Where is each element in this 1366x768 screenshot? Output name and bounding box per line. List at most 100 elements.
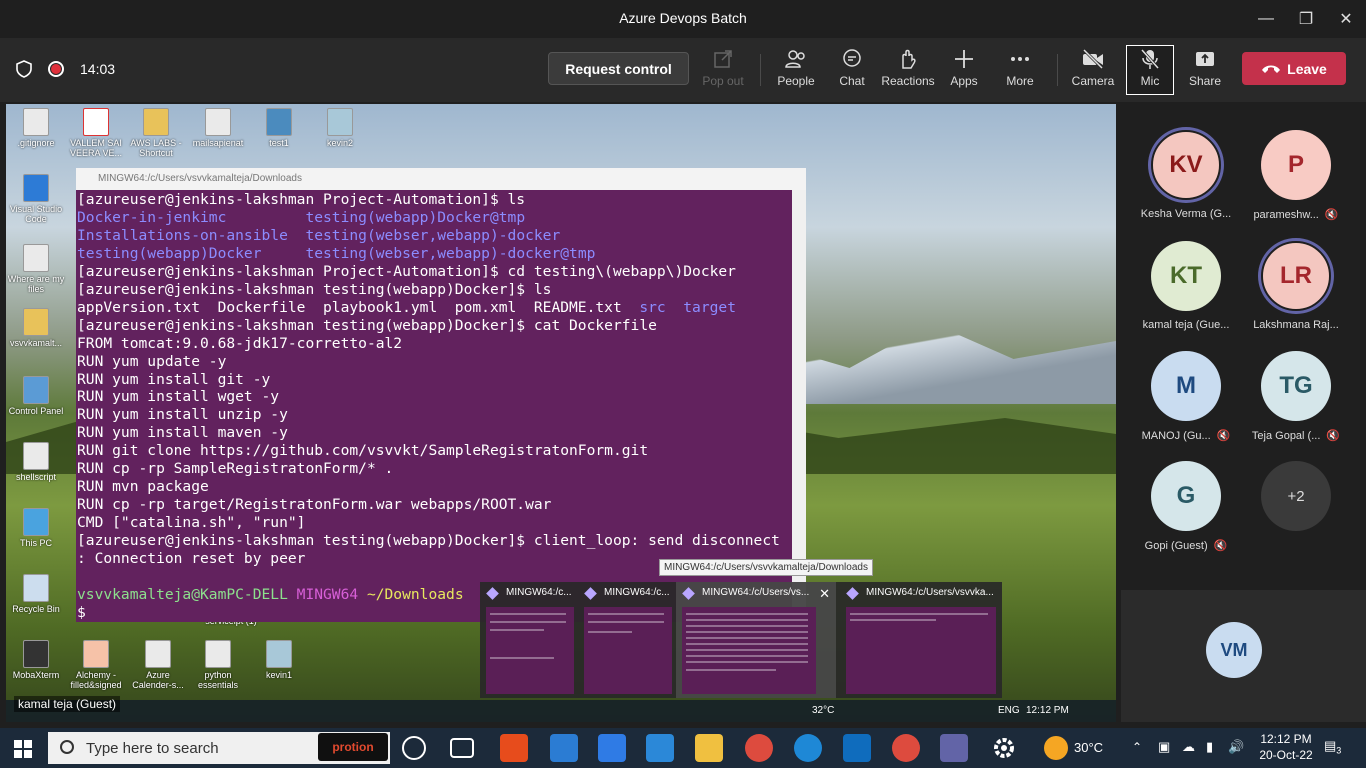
control-panel-icon: [23, 376, 49, 404]
reactions-button[interactable]: Reactions: [881, 46, 935, 96]
settings-gear-icon[interactable]: [990, 734, 1018, 762]
minimize-button[interactable]: —: [1246, 0, 1286, 38]
participant-name: parameshw... 🔇: [1253, 209, 1339, 221]
task-view-icon[interactable]: [450, 738, 474, 758]
chrome-icon[interactable]: [745, 734, 773, 762]
office-icon[interactable]: [500, 734, 528, 762]
window-thumbnail[interactable]: MINGW64:/c...: [480, 582, 578, 698]
battery-icon[interactable]: ▮: [1206, 739, 1213, 755]
chevron-up-icon[interactable]: ⌃: [1132, 740, 1142, 754]
edge-icon[interactable]: [794, 734, 822, 762]
shared-weather-temp: 32°C: [812, 705, 835, 716]
window-thumbnail[interactable]: MINGW64:/c...: [578, 582, 676, 698]
self-video-tile[interactable]: VM: [1121, 590, 1366, 722]
terminal-scrollbar[interactable]: [792, 190, 806, 622]
desktop-icon[interactable]: MobaXterm: [6, 640, 66, 680]
share-icon: [1196, 52, 1214, 66]
camera-button[interactable]: Camera: [1066, 46, 1120, 96]
participant-tile[interactable]: G Gopi (Guest) 🔇: [1131, 461, 1241, 552]
participant-tile[interactable]: P parameshw... 🔇: [1241, 130, 1351, 221]
thumbnail-preview: [584, 607, 672, 694]
desktop-icon[interactable]: vsvvkamalt...: [6, 308, 66, 348]
participant-name: kamal teja (Gue...: [1142, 319, 1230, 331]
desktop-icon[interactable]: Recycle Bin: [6, 574, 66, 614]
desktop-icon[interactable]: .gitignore: [6, 108, 66, 148]
terminal-output[interactable]: [azureuser@jenkins-lakshman Project-Auto…: [76, 190, 792, 622]
terminal-line: RUN yum install git -y: [77, 370, 271, 388]
overflow-participants-button[interactable]: +2: [1241, 461, 1351, 531]
file-icon: [23, 442, 49, 470]
desktop-icon[interactable]: python essentials: [188, 640, 248, 690]
weather-temp[interactable]: 30°C: [1074, 740, 1103, 755]
maximize-button[interactable]: ❐: [1286, 0, 1326, 38]
window-thumbnail-active[interactable]: MINGW64:/c/Users/vs... ✕: [676, 582, 836, 698]
apps-button[interactable]: Apps: [937, 46, 991, 96]
window-thumbnail[interactable]: MINGW64:/c/Users/vsvvka...: [840, 582, 1002, 698]
more-button[interactable]: More: [993, 46, 1047, 96]
participant-tile[interactable]: KT kamal teja (Gue...: [1131, 241, 1241, 331]
reactions-icon: [902, 49, 916, 69]
avatar: VM: [1206, 622, 1262, 678]
notification-center-icon[interactable]: ▤3: [1324, 738, 1341, 756]
mail-icon[interactable]: [598, 734, 626, 762]
toolbar-divider: [760, 54, 761, 86]
protion-badge[interactable]: protion: [318, 733, 388, 761]
desktop-icon[interactable]: Visual Studio Code: [6, 174, 66, 224]
mic-label: Mic: [1140, 74, 1160, 88]
terminal-line: FROM tomcat:9.0.68-jdk17-corretto-al2: [77, 334, 403, 352]
desktop-icon[interactable]: mailsapienat: [188, 108, 248, 148]
close-thumbnail-icon[interactable]: ✕: [819, 586, 830, 602]
toolbar-divider: [1057, 54, 1058, 86]
volume-icon[interactable]: 🔊: [1228, 739, 1244, 755]
close-button[interactable]: ✕: [1326, 0, 1366, 38]
desktop-icon[interactable]: kevin2: [310, 108, 370, 148]
desktop-icon[interactable]: VALLEM SAI VEERA VE...: [66, 108, 126, 158]
terminal-line: RUN yum install unzip -y: [77, 406, 288, 424]
cortana-icon[interactable]: [402, 736, 426, 760]
share-button[interactable]: Share: [1178, 46, 1232, 96]
share-label: Share: [1188, 74, 1222, 88]
desktop-icon[interactable]: shellscript: [6, 442, 66, 482]
outlook-icon[interactable]: [843, 734, 871, 762]
participant-tile[interactable]: M MANOJ (Gu... 🔇: [1131, 351, 1241, 442]
vscode-icon: [23, 174, 49, 202]
teams-icon[interactable]: [940, 734, 968, 762]
file-icon: [205, 108, 231, 136]
pdf-icon: [83, 640, 109, 668]
word-icon[interactable]: [646, 734, 674, 762]
weather-icon[interactable]: [1044, 736, 1068, 760]
plus-icon: [955, 50, 973, 68]
participant-tile[interactable]: LR Lakshmana Raj...: [1241, 241, 1351, 331]
mic-button[interactable]: Mic: [1126, 45, 1174, 95]
taskbar-clock[interactable]: 12:12 PM 20-Oct-22: [1258, 731, 1314, 763]
windows-taskbar: Type here to search protion 30°C ⌃ ▣ ☁ ▮…: [0, 728, 1366, 768]
store-icon[interactable]: [550, 734, 578, 762]
desktop-icon[interactable]: test1: [249, 108, 309, 148]
thumbnail-preview: [682, 607, 816, 694]
clock-time: 12:12 PM: [1260, 732, 1312, 746]
windows-start-icon[interactable]: [14, 740, 32, 758]
terminal-line: [azureuser@jenkins-lakshman testing(weba…: [77, 532, 780, 550]
chat-button[interactable]: Chat: [825, 46, 879, 96]
participant-tile[interactable]: TG Teja Gopal (... 🔇: [1241, 351, 1351, 442]
desktop-icon[interactable]: AWS LABS - Shortcut: [126, 108, 186, 158]
desktop-icon[interactable]: Where are my files: [6, 244, 66, 294]
desktop-icon[interactable]: This PC: [6, 508, 66, 548]
file-explorer-icon[interactable]: [695, 734, 723, 762]
desktop-icon[interactable]: Azure Calender-s...: [128, 640, 188, 690]
people-button[interactable]: People: [769, 46, 823, 96]
terminal-line: Installations-on-ansible: [77, 226, 306, 244]
request-control-button[interactable]: Request control: [548, 52, 689, 85]
desktop-icon[interactable]: Control Panel: [6, 376, 66, 416]
popout-button[interactable]: Pop out: [696, 46, 750, 96]
shared-clock: 12:12 PM: [1026, 705, 1069, 716]
onedrive-icon[interactable]: ☁: [1182, 739, 1195, 755]
file-icon: [23, 108, 49, 136]
leave-button[interactable]: Leave: [1242, 52, 1346, 85]
chrome-profile-icon[interactable]: [892, 734, 920, 762]
desktop-icon[interactable]: Alchemy - filled&signed: [66, 640, 126, 690]
terminal-window[interactable]: MINGW64:/c/Users/vsvvkamalteja/Downloads…: [76, 168, 806, 622]
participant-tile[interactable]: KV Kesha Verma (G...: [1131, 130, 1241, 220]
desktop-icon[interactable]: kevin1: [249, 640, 309, 680]
meet-now-icon[interactable]: ▣: [1158, 739, 1170, 755]
